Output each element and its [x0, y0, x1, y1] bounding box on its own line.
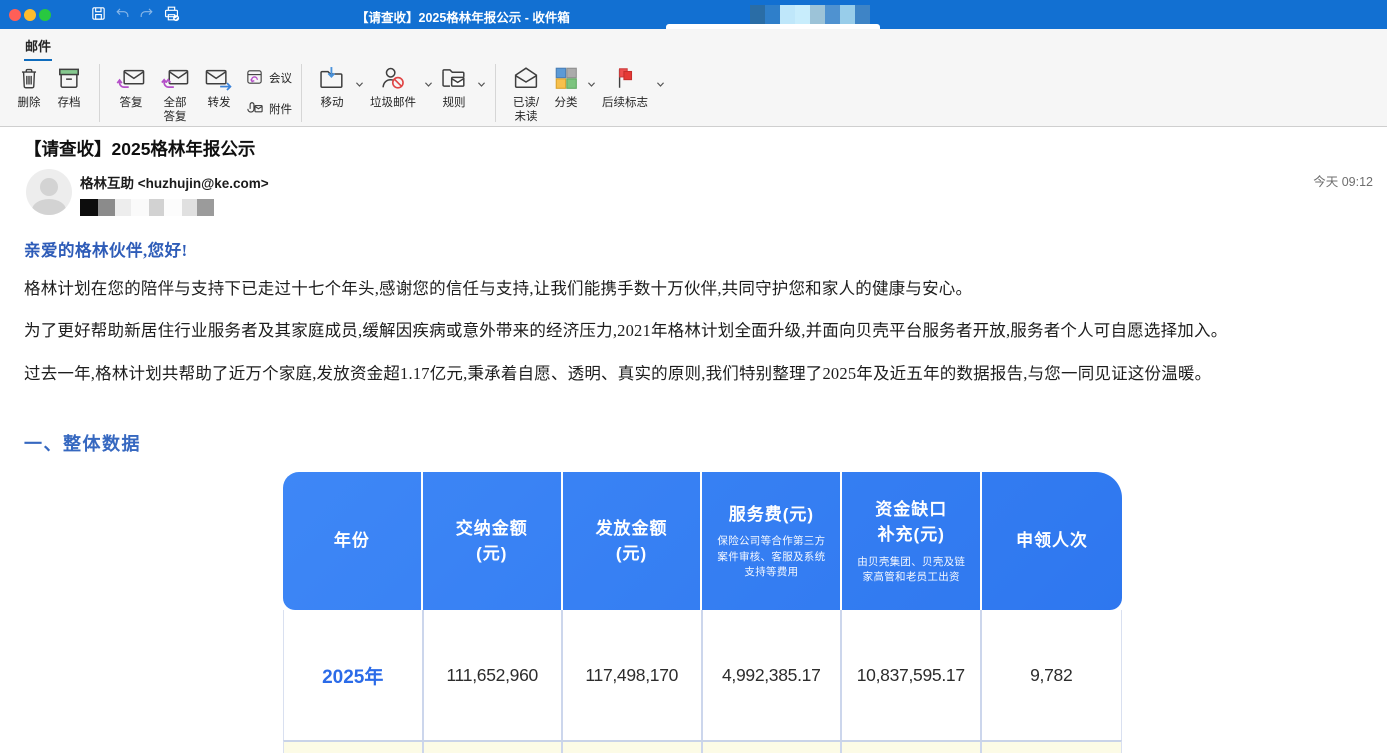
header-year: 年份 — [283, 472, 423, 610]
delete-button[interactable]: 删除 — [10, 62, 48, 111]
follow-up-label: 后续标志 — [602, 97, 648, 111]
meeting-icon — [245, 67, 264, 89]
cell-paid-amount: 111,652,960 — [424, 610, 564, 740]
move-dropdown[interactable]: 移动 — [311, 62, 364, 111]
cell-disbursed-amount: 117,498,170 — [563, 610, 703, 740]
open-envelope-icon — [511, 62, 541, 94]
header-disbursed-amount: 发放金额 (元) — [563, 472, 703, 610]
ribbon-separator — [301, 64, 302, 122]
sender-name[interactable]: 格林互助 <huzhujin@ke.com> — [80, 172, 269, 192]
archive-label: 存档 — [58, 97, 81, 111]
cell-claims: 9,782 — [982, 610, 1122, 740]
email-timestamp: 今天 09:12 — [1313, 171, 1373, 190]
move-label: 移动 — [321, 97, 344, 111]
redo-icon[interactable] — [138, 5, 155, 22]
reply-label: 答复 — [120, 97, 143, 111]
email-subject: 【请查收】2025格林年报公示 — [24, 136, 255, 161]
ribbon-separator — [495, 64, 496, 122]
archive-icon — [54, 62, 84, 94]
chevron-down-icon — [355, 75, 364, 93]
follow-up-dropdown[interactable]: 后续标志 — [596, 62, 665, 111]
follow-up-button[interactable]: 后续标志 — [596, 62, 654, 111]
move-folder-icon — [317, 62, 347, 94]
titlebar-redaction — [750, 5, 870, 24]
window-title: 【请查收】2025格林年报公示 - 收件箱 — [356, 7, 570, 26]
ribbon-buttons: 删除 存档 答复 全部 答复 转发 会 — [0, 57, 1387, 126]
window-controls — [9, 9, 51, 21]
quick-access-toolbar — [90, 4, 181, 23]
close-window-button[interactable] — [9, 9, 21, 21]
attachment-label: 附件 — [269, 101, 292, 117]
table-header-row: 年份 交纳金额 (元) 发放金额 (元) 服务费(元) 保险公司等合作第三方案件… — [283, 472, 1122, 610]
tab-mail[interactable]: 邮件 — [24, 29, 52, 61]
annual-report-table: 年份 交纳金额 (元) 发放金额 (元) 服务费(元) 保险公司等合作第三方案件… — [283, 472, 1122, 753]
minimize-window-button[interactable] — [24, 9, 36, 21]
categorize-button[interactable]: 分类 — [547, 62, 585, 111]
reply-button[interactable]: 答复 — [109, 62, 153, 111]
ribbon-separator — [99, 64, 100, 122]
table-partial-next-row — [283, 740, 1122, 753]
outlook-window: 【请查收】2025格林年报公示 - 收件箱 邮件 删除 存档 答复 — [0, 0, 1387, 754]
forward-label: 转发 — [208, 97, 231, 111]
categorize-label: 分类 — [555, 97, 578, 111]
chevron-down-icon — [656, 75, 665, 93]
junk-button[interactable]: 垃圾邮件 — [364, 62, 422, 111]
reply-all-label: 全部 答复 — [164, 97, 187, 125]
categorize-dropdown[interactable]: 分类 — [547, 62, 596, 111]
rules-label: 规则 — [443, 97, 466, 111]
rules-button[interactable]: 规则 — [433, 62, 475, 111]
cell-funding-gap: 10,837,595.17 — [842, 610, 982, 740]
header-claims: 申领人次 — [982, 472, 1122, 610]
forward-button[interactable]: 转发 — [197, 62, 241, 111]
titlebar: 【请查收】2025格林年报公示 - 收件箱 — [0, 0, 1387, 29]
read-unread-button[interactable]: 已读/ 未读 — [505, 62, 547, 125]
categorize-squares-icon — [553, 62, 579, 94]
attachment-icon — [245, 98, 264, 120]
meeting-attachment-group: 会议 附件 — [245, 62, 292, 120]
reply-icon — [115, 62, 147, 94]
cell-year: 2025年 — [284, 610, 424, 740]
meeting-button[interactable]: 会议 — [245, 67, 292, 89]
email-paragraph: 过去一年,格林计划共帮助了近万个家庭,发放资金超1.17亿元,秉承着自愿、透明、… — [24, 360, 1357, 384]
attachment-button[interactable]: 附件 — [245, 98, 292, 120]
avatar-person-icon — [40, 178, 58, 196]
chevron-down-icon — [587, 75, 596, 93]
chevron-down-icon — [424, 75, 433, 93]
email-paragraph: 格林计划在您的陪伴与支持下已走过十七个年头,感谢您的信任与支持,让我们能携手数十… — [24, 275, 1357, 299]
move-button[interactable]: 移动 — [311, 62, 353, 111]
trash-icon — [16, 62, 42, 94]
email-greeting: 亲爱的格林伙伴,您好! — [24, 237, 188, 261]
email-reading-pane: 【请查收】2025格林年报公示 格林互助 <huzhujin@ke.com> 今… — [0, 127, 1387, 753]
rules-dropdown[interactable]: 规则 — [433, 62, 486, 111]
ribbon: 邮件 删除 存档 答复 全部 答复 转发 — [0, 29, 1387, 127]
junk-person-icon — [379, 62, 407, 94]
header-service-fee: 服务费(元) 保险公司等合作第三方案件审核、客服及系统支持等费用 — [702, 472, 842, 610]
email-paragraph: 为了更好帮助新居住行业服务者及其家庭成员,缓解因疾病或意外带来的经济压力,202… — [24, 317, 1357, 341]
header-funding-gap: 资金缺口 补充(元) 由贝壳集团、贝壳及链家高管和老员工出资 — [842, 472, 982, 610]
recipient-redaction — [80, 199, 214, 216]
meeting-label: 会议 — [269, 70, 292, 86]
chevron-down-icon — [477, 75, 486, 93]
cell-service-fee: 4,992,385.17 — [703, 610, 843, 740]
save-icon[interactable] — [90, 5, 107, 22]
reply-all-button[interactable]: 全部 答复 — [153, 62, 197, 125]
junk-label: 垃圾邮件 — [370, 97, 416, 111]
reply-all-icon — [159, 62, 191, 94]
titlebar-white-strip — [666, 24, 880, 29]
ribbon-tab-row: 邮件 — [0, 29, 1387, 57]
read-unread-label: 已读/ 未读 — [513, 97, 539, 125]
table-row-2025: 2025年 111,652,960 117,498,170 4,992,385.… — [283, 610, 1122, 740]
zoom-window-button[interactable] — [39, 9, 51, 21]
archive-button[interactable]: 存档 — [48, 62, 90, 111]
undo-icon[interactable] — [114, 5, 131, 22]
junk-dropdown[interactable]: 垃圾邮件 — [364, 62, 433, 111]
flag-icon — [612, 62, 638, 94]
rules-folder-icon — [439, 62, 469, 94]
forward-icon — [203, 62, 235, 94]
header-paid-amount: 交纳金额 (元) — [423, 472, 563, 610]
sender-avatar[interactable] — [26, 169, 72, 215]
section-heading: 一、整体数据 — [24, 430, 141, 456]
print-icon[interactable] — [162, 4, 181, 23]
delete-label: 删除 — [18, 97, 41, 111]
